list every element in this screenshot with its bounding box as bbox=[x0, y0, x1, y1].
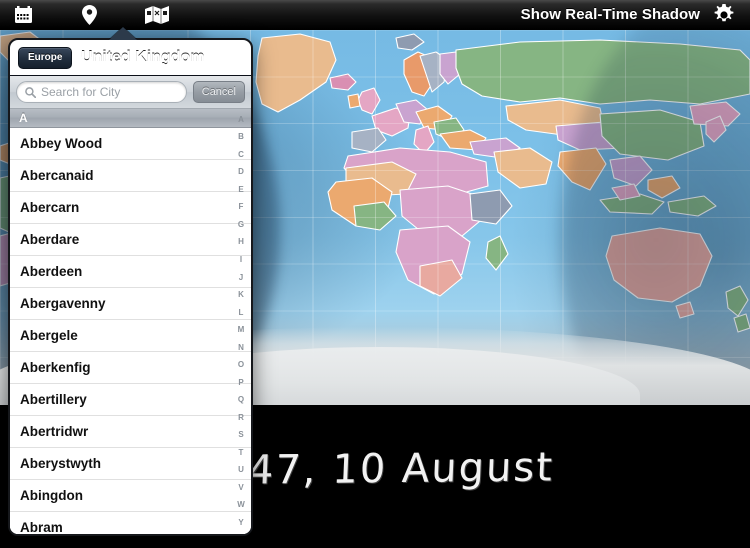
list-item[interactable]: Abercanaid bbox=[10, 160, 251, 192]
alpha-index-u[interactable]: U bbox=[238, 466, 244, 474]
search-input[interactable]: Search for City bbox=[16, 81, 187, 103]
list-item[interactable]: Aberdeen bbox=[10, 256, 251, 288]
alpha-index-h[interactable]: H bbox=[238, 238, 244, 246]
list-item[interactable]: Abergavenny bbox=[10, 288, 251, 320]
alpha-index-p[interactable]: P bbox=[238, 378, 243, 387]
city-picker-popover: Europe United Kingdom Search for City Ca… bbox=[8, 38, 253, 536]
list-item[interactable]: Aberdare bbox=[10, 224, 251, 256]
alpha-index-i[interactable]: I bbox=[240, 256, 242, 264]
list-item[interactable]: Aberystwyth bbox=[10, 448, 251, 480]
alpha-index-y[interactable]: Y bbox=[238, 518, 243, 527]
search-icon bbox=[25, 86, 36, 98]
alphabet-index[interactable]: A B C D E F G H I J K L M N O P Q R S T U V W Y bbox=[231, 109, 251, 534]
alpha-index-f[interactable]: F bbox=[239, 203, 244, 211]
alpha-index-w[interactable]: W bbox=[237, 501, 245, 509]
list-item[interactable]: Abingdon bbox=[10, 480, 251, 512]
search-placeholder: Search for City bbox=[41, 85, 121, 99]
gear-icon[interactable] bbox=[704, 0, 744, 30]
alpha-index-r[interactable]: R bbox=[238, 413, 244, 422]
calendar-icon[interactable] bbox=[0, 0, 46, 30]
list-item[interactable]: Abbey Wood bbox=[10, 128, 251, 160]
map-icon[interactable] bbox=[134, 0, 180, 30]
alpha-index-o[interactable]: O bbox=[238, 361, 244, 369]
back-button-europe[interactable]: Europe bbox=[18, 46, 73, 69]
popover-navbar: Europe United Kingdom bbox=[10, 40, 251, 76]
toolbar-title: Show Real-Time Shadow bbox=[520, 6, 700, 23]
alpha-index-q[interactable]: Q bbox=[238, 396, 244, 404]
alpha-index-n[interactable]: N bbox=[238, 343, 244, 352]
alpha-index-b[interactable]: B bbox=[238, 133, 244, 141]
alpha-index-k[interactable]: K bbox=[238, 291, 244, 299]
alpha-index-m[interactable]: M bbox=[238, 326, 245, 334]
cancel-button[interactable]: Cancel bbox=[192, 81, 245, 103]
city-list[interactable]: A Abbey Wood Abercanaid Abercarn Aberdare Ab… bbox=[10, 109, 251, 534]
alpha-index-g[interactable]: G bbox=[238, 220, 244, 229]
alpha-index-j[interactable]: J bbox=[239, 273, 243, 282]
list-item[interactable]: Abertridwr bbox=[10, 416, 251, 448]
alpha-index-c[interactable]: C bbox=[238, 150, 244, 159]
top-toolbar: Show Real-Time Shadow bbox=[0, 0, 750, 30]
search-bar: Search for City Cancel bbox=[10, 76, 251, 109]
city-rows-container: Abbey Wood Abercanaid Abercarn Aberdare Aber… bbox=[10, 128, 251, 534]
alpha-index-l[interactable]: L bbox=[239, 308, 244, 317]
alpha-index-v[interactable]: V bbox=[238, 483, 243, 492]
list-item[interactable]: Aberkenfig bbox=[10, 352, 251, 384]
list-item[interactable]: Abram bbox=[10, 512, 251, 534]
popover-title: United Kingdom bbox=[80, 48, 205, 66]
popover-arrow bbox=[109, 27, 137, 40]
list-item[interactable]: Abergele bbox=[10, 320, 251, 352]
alpha-index-d[interactable]: D bbox=[238, 168, 244, 176]
date-time-display: 47, 10 August bbox=[246, 444, 555, 494]
list-item[interactable]: Abercarn bbox=[10, 192, 251, 224]
section-header-a: A bbox=[10, 109, 251, 128]
alpha-index-t[interactable]: T bbox=[239, 448, 244, 457]
alpha-index-a[interactable]: A bbox=[238, 115, 244, 124]
list-item[interactable]: Abertillery bbox=[10, 384, 251, 416]
alpha-index-s[interactable]: S bbox=[238, 431, 243, 439]
location-pin-icon[interactable] bbox=[66, 0, 112, 30]
alpha-index-e[interactable]: E bbox=[238, 185, 243, 194]
